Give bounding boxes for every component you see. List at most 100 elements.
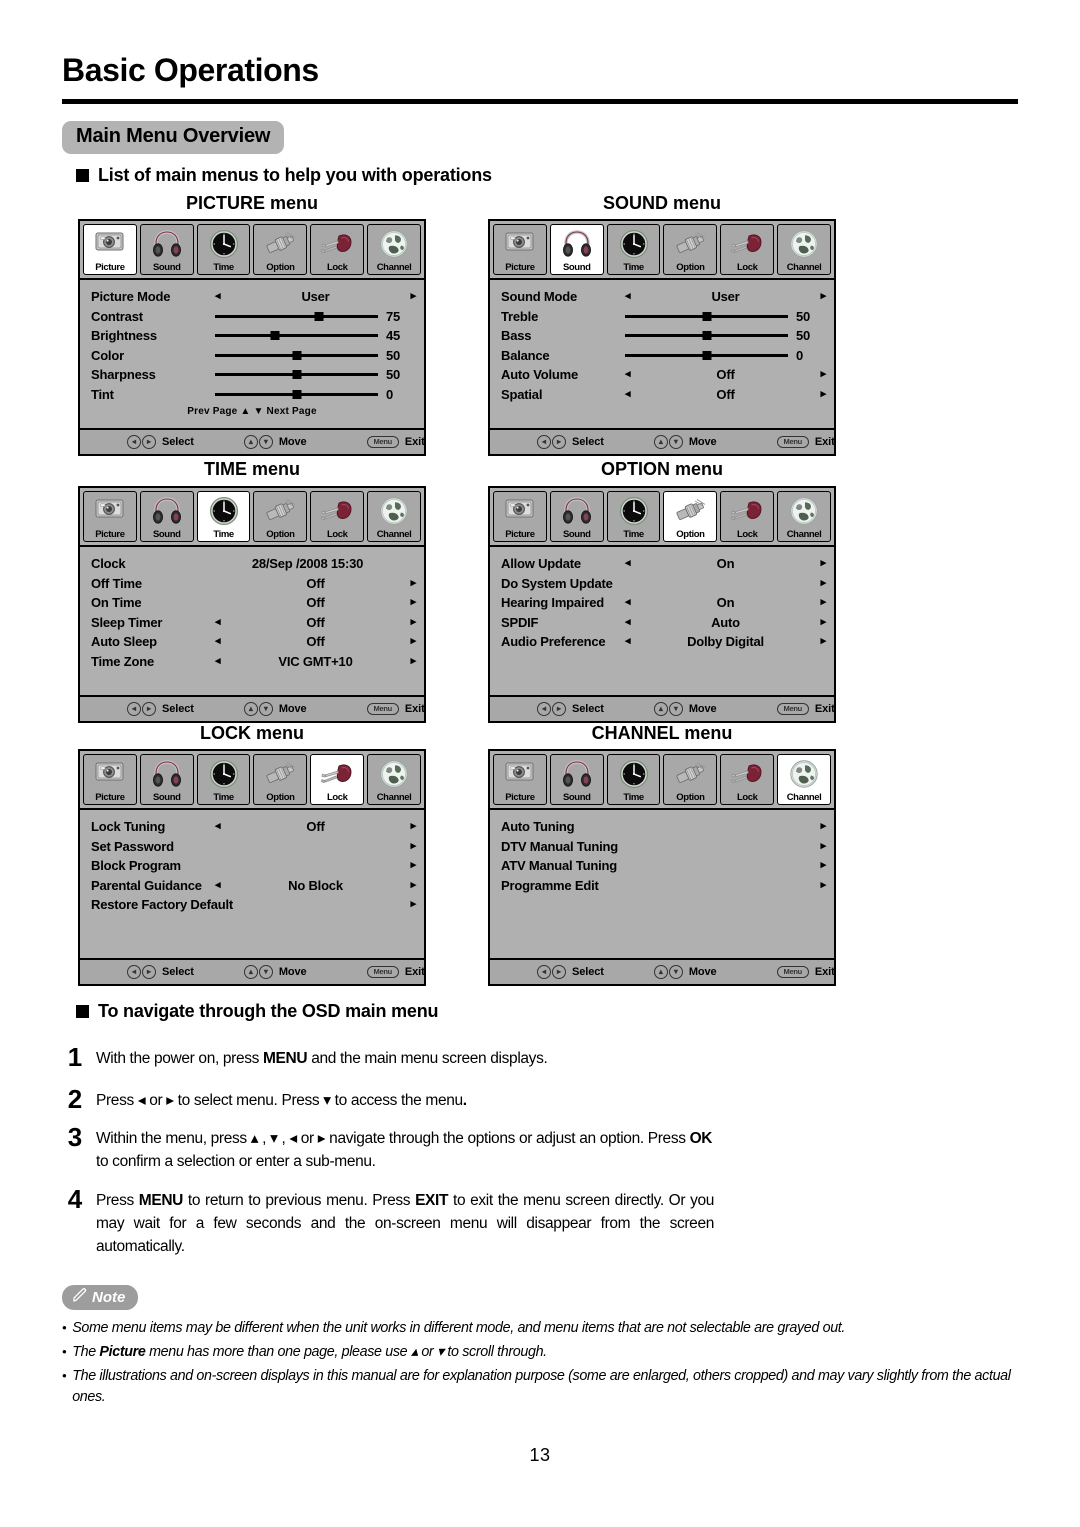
right-arrow-icon[interactable]: ▸ [810, 821, 827, 832]
tab-sound[interactable]: Sound [139, 754, 194, 805]
osd-row[interactable]: Lock Tuning ◂ Off ▸ [80, 817, 424, 837]
right-arrow-icon[interactable]: ▸ [400, 636, 417, 647]
osd-slider[interactable]: 50 [625, 328, 826, 343]
right-arrow-icon[interactable]: ▸ [400, 577, 417, 589]
tab-option[interactable]: Option [663, 491, 718, 542]
osd-slider[interactable]: 45 [215, 328, 416, 343]
tab-channel[interactable]: Channel [777, 754, 831, 805]
tab-lock[interactable]: Lock [720, 491, 775, 542]
slider-track[interactable] [625, 350, 788, 360]
tab-option[interactable]: Option [253, 491, 308, 542]
tab-time[interactable]: Time [196, 491, 251, 542]
right-arrow-icon[interactable]: ▸ [810, 840, 827, 852]
slider-track[interactable] [625, 331, 788, 341]
slider-knob[interactable] [702, 311, 711, 321]
tab-option[interactable]: Option [253, 754, 308, 805]
osd-slider[interactable]: 75 [215, 309, 416, 324]
tab-picture[interactable]: Picture [493, 491, 547, 542]
osd-slider[interactable]: 0 [215, 387, 416, 402]
left-arrow-icon[interactable]: ◂ [625, 636, 641, 647]
slider-knob[interactable] [292, 370, 301, 380]
tab-picture[interactable]: Picture [83, 491, 137, 542]
tab-channel[interactable]: Channel [367, 754, 421, 805]
tab-option[interactable]: Option [663, 224, 718, 275]
osd-row[interactable]: Picture Mode ◂ User ▸ [80, 287, 424, 307]
osd-row[interactable]: Block Program ▸ [80, 856, 424, 876]
right-arrow-icon[interactable]: ▸ [810, 577, 827, 589]
right-arrow-icon[interactable]: ▸ [400, 597, 417, 608]
tab-channel[interactable]: Channel [777, 491, 831, 542]
tab-time[interactable]: Time [196, 754, 251, 805]
slider-track[interactable] [215, 311, 378, 321]
right-arrow-icon[interactable]: ▸ [810, 616, 827, 628]
osd-row[interactable]: Bass 50 [490, 326, 834, 346]
osd-row[interactable]: Contrast 75 [80, 307, 424, 327]
right-arrow-icon[interactable]: ▸ [810, 388, 827, 400]
osd-row[interactable]: On Time Off ▸ [80, 593, 424, 613]
tab-channel[interactable]: Channel [777, 224, 831, 275]
slider-knob[interactable] [292, 389, 301, 399]
right-arrow-icon[interactable]: ▸ [400, 616, 417, 628]
osd-row[interactable]: SPDIF ◂ Auto ▸ [490, 613, 834, 633]
tab-picture[interactable]: Picture [493, 224, 547, 275]
osd-row[interactable]: Time Zone ◂ VIC GMT+10 ▸ [80, 652, 424, 672]
right-arrow-icon[interactable]: ▸ [810, 291, 827, 302]
osd-row[interactable]: Sleep Timer ◂ Off ▸ [80, 613, 424, 633]
right-arrow-icon[interactable]: ▸ [810, 558, 827, 569]
slider-track[interactable] [215, 331, 378, 341]
right-arrow-icon[interactable]: ▸ [810, 636, 827, 647]
tab-picture[interactable]: Picture [83, 754, 137, 805]
osd-slider[interactable]: 0 [625, 348, 826, 363]
right-arrow-icon[interactable]: ▸ [400, 860, 417, 871]
osd-row[interactable]: Audio Preference ◂ Dolby Digital ▸ [490, 632, 834, 652]
osd-row[interactable]: Treble 50 [490, 307, 834, 327]
left-arrow-icon[interactable]: ◂ [215, 655, 231, 667]
osd-row[interactable]: Allow Update ◂ On ▸ [490, 554, 834, 574]
osd-row[interactable]: Hearing Impaired ◂ On ▸ [490, 593, 834, 613]
tab-sound[interactable]: Sound [549, 754, 604, 805]
tab-option[interactable]: Option [253, 224, 308, 275]
osd-row[interactable]: Restore Factory Default ▸ [80, 895, 424, 915]
tab-time[interactable]: Time [606, 224, 661, 275]
tab-lock[interactable]: Lock [720, 754, 775, 805]
slider-track[interactable] [625, 311, 788, 321]
tab-time[interactable]: Time [606, 491, 661, 542]
tab-sound[interactable]: Sound [549, 224, 604, 275]
tab-option[interactable]: Option [663, 754, 718, 805]
left-arrow-icon[interactable]: ◂ [625, 291, 641, 302]
tab-lock[interactable]: Lock [720, 224, 775, 275]
osd-row[interactable]: Do System Update ▸ [490, 574, 834, 594]
right-arrow-icon[interactable]: ▸ [810, 860, 827, 871]
osd-slider[interactable]: 50 [625, 309, 826, 324]
osd-row[interactable]: Auto Sleep ◂ Off ▸ [80, 632, 424, 652]
left-arrow-icon[interactable]: ◂ [215, 291, 231, 302]
tab-picture[interactable]: Picture [83, 224, 137, 275]
osd-row[interactable]: Brightness 45 [80, 326, 424, 346]
osd-row[interactable]: Sound Mode ◂ User ▸ [490, 287, 834, 307]
left-arrow-icon[interactable]: ◂ [625, 369, 641, 380]
slider-knob[interactable] [270, 331, 280, 341]
slider-knob[interactable] [702, 350, 711, 360]
right-arrow-icon[interactable]: ▸ [810, 369, 827, 380]
tab-time[interactable]: Time [606, 754, 661, 805]
tab-sound[interactable]: Sound [549, 491, 604, 542]
left-arrow-icon[interactable]: ◂ [215, 879, 231, 891]
right-arrow-icon[interactable]: ▸ [400, 655, 417, 667]
osd-row[interactable]: Spatial ◂ Off ▸ [490, 385, 834, 405]
osd-row[interactable]: Auto Tuning ▸ [490, 817, 834, 837]
slider-knob[interactable] [702, 331, 711, 341]
tab-channel[interactable]: Channel [367, 224, 421, 275]
osd-row[interactable]: Parental Guidance ◂ No Block ▸ [80, 876, 424, 896]
left-arrow-icon[interactable]: ◂ [215, 636, 231, 647]
slider-knob[interactable] [314, 311, 324, 321]
slider-track[interactable] [215, 389, 378, 399]
tab-sound[interactable]: Sound [139, 224, 194, 275]
left-arrow-icon[interactable]: ◂ [625, 597, 641, 608]
left-arrow-icon[interactable]: ◂ [625, 558, 641, 569]
osd-row[interactable]: Color 50 [80, 346, 424, 366]
right-arrow-icon[interactable]: ▸ [400, 879, 417, 891]
tab-lock[interactable]: Lock [310, 754, 365, 805]
osd-row[interactable]: Clock 28/Sep /2008 15:30 [80, 554, 424, 574]
slider-track[interactable] [215, 370, 378, 380]
osd-row[interactable]: Off Time Off ▸ [80, 574, 424, 594]
